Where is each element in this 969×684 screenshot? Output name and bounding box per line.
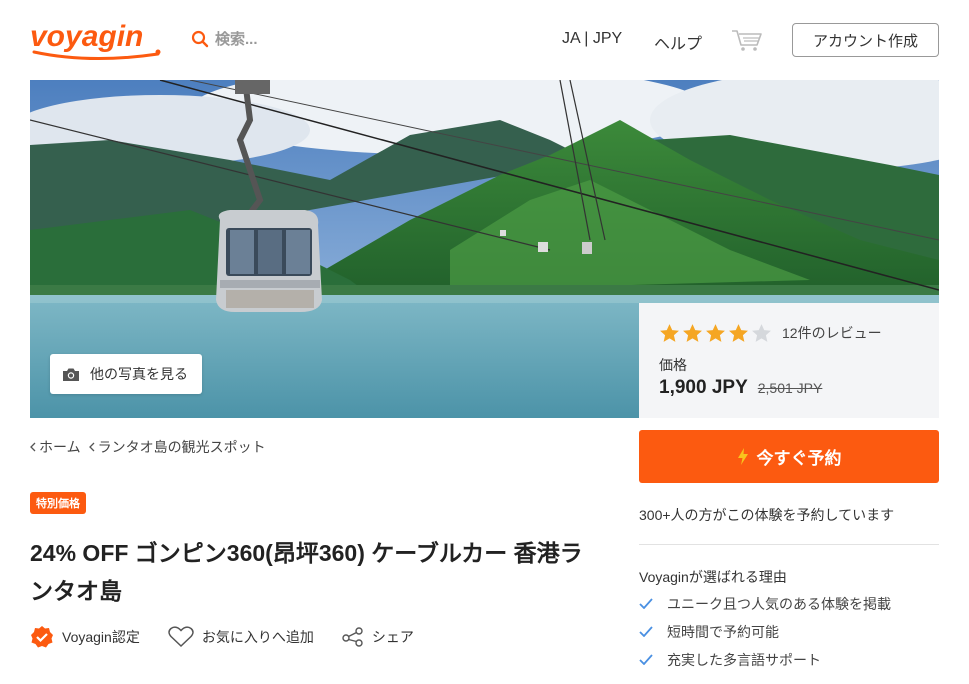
activity-meta: Voyagin認定 お気に入りへ追加 シェア [30,625,442,649]
booked-count-text: 300+人の方がこの体験を予約しています [639,507,895,523]
camera-icon [63,368,79,381]
svg-text:voyagin: voyagin [30,20,143,53]
reason-text: 短時間で予約可能 [667,624,779,640]
language-currency-selector[interactable]: JA | JPY [562,30,622,48]
share-button[interactable]: シェア [342,627,414,647]
create-account-button[interactable]: アカウント作成 [792,23,939,57]
star-filled-icon [683,324,702,342]
original-price: 2,501 JPY [757,380,823,396]
cart-icon[interactable] [731,28,763,52]
reasons-title: Voyaginが選ばれる理由 [639,569,787,585]
voyagin-certified: Voyagin認定 [30,625,140,649]
reason-text: 充実した多言語サポート [667,652,821,668]
check-icon [639,598,653,610]
reasons-list: ユニーク且つ人気のある体験を掲載 短時間で予約可能 充実した多言語サポート [639,590,891,674]
add-to-favorites-button[interactable]: お気に入りへ追加 [168,626,314,648]
reason-text: ユニーク且つ人気のある体験を掲載 [667,596,891,612]
star-filled-icon [660,324,679,342]
heart-icon [168,626,194,648]
special-price-badge: 特別価格 [30,492,86,514]
chevron-left-icon [88,442,95,452]
help-link[interactable]: ヘルプ [654,30,702,54]
star-filled-icon [706,324,725,342]
view-photos-label: 他の写真を見る [90,366,188,382]
search-icon [191,30,209,47]
star-empty-icon [752,324,771,342]
check-icon [639,626,653,638]
breadcrumb: ホーム ランタオ島の観光スポット [30,437,266,457]
price-card: 12件のレビュー 価格 1,900 JPY 2,501 JPY [639,303,939,418]
breadcrumb-lantau[interactable]: ランタオ島の観光スポット [88,437,266,457]
check-icon [639,654,653,666]
voyagin-logo[interactable]: voyagin [30,16,162,62]
page-title: 24% OFF ゴンピン360(昂坪360) ケーブルカー 香港ランタオ島 [30,540,583,604]
book-now-button[interactable]: 今すぐ予約 [639,430,939,483]
review-count[interactable]: 12件のレビュー [782,323,882,343]
reason-item: 充実した多言語サポート [639,646,891,674]
search-input[interactable]: 検索... [215,28,258,49]
current-price: 1,900 JPY [659,377,748,398]
divider [639,544,939,545]
lightning-icon [737,448,748,465]
star-filled-icon [729,324,748,342]
book-now-label: 今すぐ予約 [756,449,842,468]
share-icon [342,627,363,647]
view-photos-button[interactable]: 他の写真を見る [50,354,202,394]
chevron-left-icon [30,442,36,452]
rating-stars[interactable]: 12件のレビュー [659,323,919,343]
certified-badge-icon [31,626,53,648]
site-header: voyagin 検索... JA | JPY ヘルプ アカウント作成 [0,0,969,80]
reason-item: ユニーク且つ人気のある体験を掲載 [639,590,891,618]
price-label: 価格 [659,357,687,373]
search-bar[interactable]: 検索... [191,28,258,49]
breadcrumb-home[interactable]: ホーム [30,437,81,457]
reason-item: 短時間で予約可能 [639,618,891,646]
